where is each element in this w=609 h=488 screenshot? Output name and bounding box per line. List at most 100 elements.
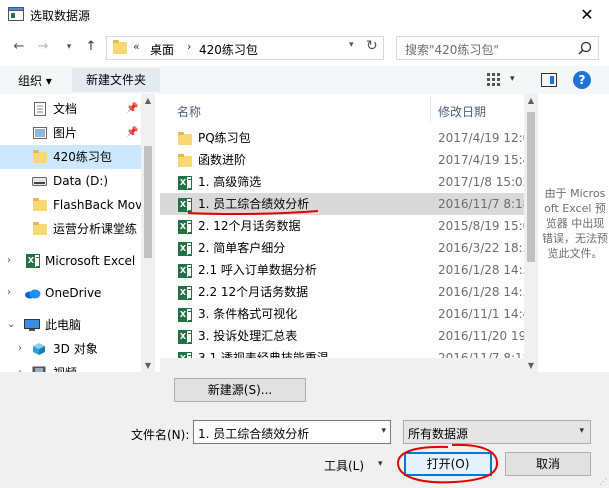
file-row[interactable]: 函数进阶 2017/4/19 15:4 [160,149,524,171]
sidebar-item-onedrive[interactable]: › OneDrive [0,281,141,305]
column-header-name[interactable]: 名称 [177,103,201,120]
column-header-date[interactable]: 修改日期 [438,103,486,120]
breadcrumb-separator[interactable]: › [187,40,191,53]
file-row-selected[interactable]: 1. 员工综合绩效分析 2016/11/7 8:18 [160,193,524,215]
file-list-scroll-thumb[interactable] [527,112,535,262]
sidebar-item-label: Microsoft Excel [45,254,136,268]
scroll-down-arrow-icon[interactable]: ▼ [141,361,155,370]
address-dropdown-button[interactable]: ▾ [349,40,354,50]
3d-objects-icon [33,343,45,355]
filename-input[interactable]: 1. 员工综合绩效分析 ▾ [193,420,391,444]
file-row[interactable]: 1. 高级筛选 2017/1/8 15:02 [160,171,524,193]
address-overflow-chevron[interactable]: « [133,40,140,53]
file-date: 2016/3/22 18:3 [438,241,524,255]
file-date: 2016/11/20 19: [438,329,524,343]
scroll-down-arrow-icon[interactable]: ▼ [524,361,538,370]
forward-button[interactable]: → [34,38,52,56]
sidebar-scroll-thumb[interactable] [144,146,152,258]
folder-icon [33,222,47,235]
title-bar: 选取数据源 ✕ [0,0,609,30]
sidebar-item-3d-objects[interactable]: › 3D 对象 [0,337,141,361]
file-row[interactable]: PQ练习包 2017/4/19 12:0 [160,127,524,149]
picture-icon [33,127,47,139]
file-name: 1. 员工综合绩效分析 [198,197,310,211]
file-row[interactable]: 2. 简单客户细分 2016/3/22 18:3 [160,237,524,259]
expand-chevron-icon[interactable]: › [7,249,11,273]
chevron-down-icon[interactable]: ▾ [381,426,386,436]
sidebar-item-label: 420练习包 [53,150,112,164]
new-source-button[interactable]: 新建源(S)... [174,378,306,402]
computer-icon [24,319,40,331]
sidebar-item-ops-analysis[interactable]: 运营分析课堂练 [0,217,141,241]
organize-menu[interactable]: 组织 ▾ [18,72,52,89]
resize-grip-icon[interactable]: ⋰ [599,477,607,486]
window-title: 选取数据源 [30,9,91,23]
excel-file-icon [178,330,192,344]
back-button[interactable]: ← [10,38,28,56]
breadcrumb-desktop[interactable]: 桌面 [150,41,174,58]
sidebar-scrollbar[interactable]: ▲ ▼ [141,94,155,372]
document-icon [34,102,46,116]
up-button[interactable]: ↑ [82,38,100,56]
file-date: 2016/11/1 14:4 [438,307,524,321]
search-input[interactable]: 搜索"420练习包" [396,36,599,60]
navigation-bar: ← → ▾ ↑ « 桌面 › 420练习包 ▾ ↻ 搜索"420练习包" [0,30,609,66]
drive-icon [32,177,47,186]
column-divider[interactable] [430,96,431,122]
expand-chevron-icon[interactable]: › [18,337,22,361]
excel-file-icon [178,264,192,278]
tools-dropdown-icon[interactable]: ▾ [378,459,383,469]
scroll-up-arrow-icon[interactable]: ▲ [524,96,538,105]
file-row[interactable]: 2. 12个月话务数据 2015/8/19 15:0 [160,215,524,237]
sidebar-item-label: 运营分析课堂练 [53,222,138,236]
file-row[interactable]: 2.1 呼入订单数据分析 2016/1/28 14:3 [160,259,524,281]
expand-chevron-icon[interactable]: › [18,361,22,372]
folder-icon [113,40,127,54]
sidebar-item-documents[interactable]: 文档 📌 [0,97,141,121]
pin-icon: 📌 [126,127,139,138]
file-date: 2017/1/8 15:02 [438,175,524,189]
sidebar-item-microsoft-excel[interactable]: › Microsoft Excel [0,249,141,273]
sidebar-item-videos[interactable]: › 视频 [0,361,141,372]
open-button[interactable]: 打开(O) [404,452,492,476]
address-bar[interactable]: « 桌面 › 420练习包 ▾ ↻ [106,36,384,60]
collapse-chevron-icon[interactable]: ⌄ [7,313,15,337]
file-row[interactable]: 3. 条件格式可视化 2016/11/1 14:4 [160,303,524,325]
file-list-horizontal-scrollbar[interactable] [160,358,524,372]
scroll-up-arrow-icon[interactable]: ▲ [141,96,155,105]
expand-chevron-icon[interactable]: › [7,281,11,305]
sidebar-item-label: Data (D:) [53,174,109,188]
sidebar-item-label: 文档 [53,102,78,116]
refresh-icon[interactable]: ↻ [366,38,378,54]
chevron-down-icon[interactable]: ▾ [579,426,584,436]
file-date: 2015/8/19 15:0 [438,219,524,233]
view-options-icon[interactable] [487,72,503,86]
close-button[interactable]: ✕ [565,0,609,30]
cancel-button[interactable]: 取消 [505,452,591,476]
breadcrumb-current-folder[interactable]: 420练习包 [199,41,258,58]
help-icon[interactable]: ? [573,71,591,89]
preview-pane-icon[interactable] [541,73,557,87]
tools-menu[interactable]: 工具(L) [324,457,364,474]
column-header-row: 名称 修改日期 [160,94,538,124]
sidebar-item-this-pc[interactable]: ⌄ 此电脑 [0,313,141,337]
file-row[interactable]: 3. 投诉处理汇总表 2016/11/20 19: [160,325,524,347]
file-name: 2.2 12个月话务数据 [198,285,309,299]
view-dropdown-button[interactable]: ▾ [510,74,515,84]
sidebar-item-flashback[interactable]: FlashBack Mov [0,193,142,217]
file-type-select[interactable]: 所有数据源 ▾ [403,420,591,444]
filename-value: 1. 员工综合绩效分析 [198,427,310,441]
sidebar-item-label: 此电脑 [45,318,82,332]
file-list-scrollbar[interactable]: ▲ ▼ [524,94,538,372]
search-icon[interactable] [578,41,592,55]
new-folder-button[interactable]: 新建文件夹 [72,68,160,92]
recent-locations-button[interactable]: ▾ [60,38,78,56]
file-row[interactable]: 2.2 12个月话务数据 2016/1/28 14:3 [160,281,524,303]
file-date: 2016/11/7 8:18 [438,197,524,211]
sidebar-item-pictures[interactable]: 图片 📌 [0,121,141,145]
file-name: 3. 投诉处理汇总表 [198,329,298,343]
file-date: 2017/4/19 12:0 [438,131,524,145]
sidebar-item-data-drive[interactable]: Data (D:) [0,169,141,193]
file-name: 3. 条件格式可视化 [198,307,298,321]
sidebar-item-420-practice[interactable]: 420练习包 [0,145,141,169]
